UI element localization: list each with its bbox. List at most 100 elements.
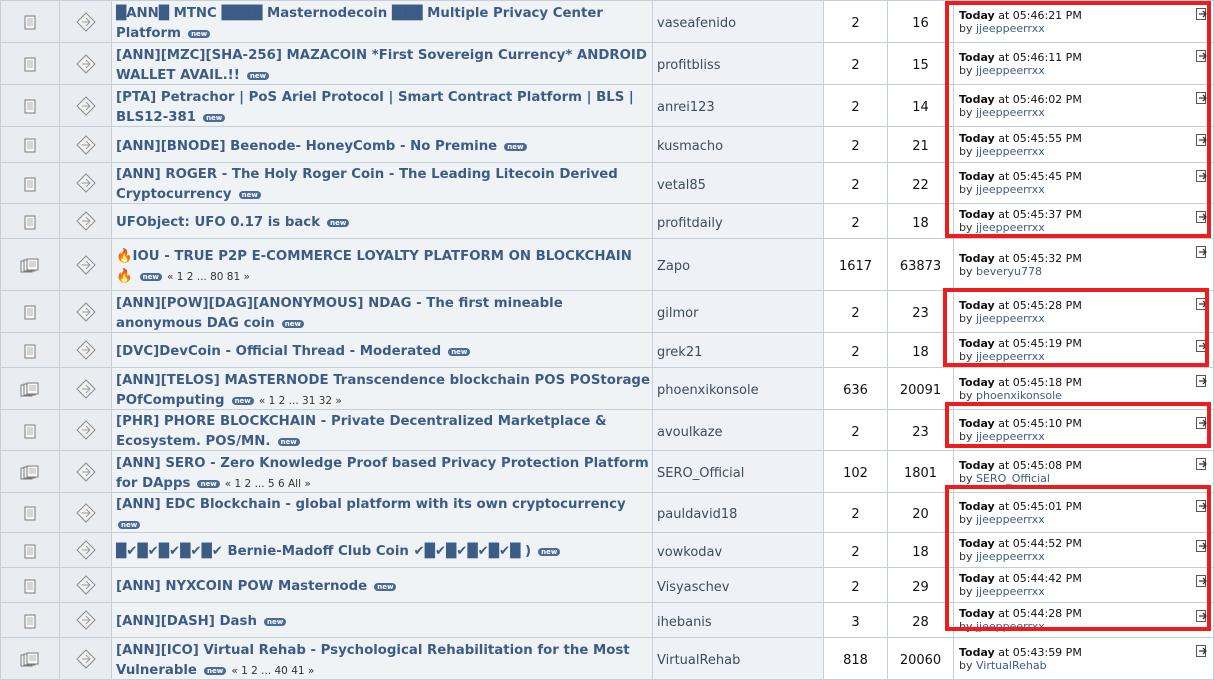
topic-link[interactable]: [ANN] NYXCOIN POW Masternode [116,579,367,594]
new-badge[interactable]: new [188,29,211,38]
last-poster-link[interactable]: jjeeppeerrxx [976,513,1045,526]
topic-starter[interactable]: gilmor [657,306,698,321]
table-row: UFObject: UFO 0.17 is back new profitdail… [0,203,1214,239]
replies-cell: 2 [823,332,888,368]
go-to-last-post-icon[interactable] [1196,89,1208,104]
topic-starter[interactable]: profitbliss [657,58,721,73]
last-post-cell: Today at 05:44:28 PM by jjeeppeerrxx [953,602,1214,638]
topic-link[interactable]: UFObject: UFO 0.17 is back [116,215,320,230]
topic-starter[interactable]: pauldavid18 [657,507,737,522]
last-poster-link[interactable]: jjeeppeerrxx [976,145,1045,158]
last-poster-link[interactable]: SERO_Official [976,472,1050,485]
new-badge[interactable]: new [204,666,227,675]
last-poster-link[interactable]: jjeeppeerrxx [976,106,1045,119]
topic-link[interactable]: [ANN][BNODE] Beenode- HoneyComb - No Pre… [116,139,497,154]
topic-starter[interactable]: avoulkaze [657,425,723,440]
topic-link[interactable]: [ANN][TELOS] MASTERNODE Transcendence bl… [116,373,650,408]
replies-cell: 2 [823,42,888,85]
topic-starter[interactable]: Visyaschev [657,580,730,595]
go-to-last-post-icon[interactable] [1196,337,1208,352]
page-links[interactable]: « 1 2 ... 31 32 » [259,395,342,407]
topic-link[interactable]: [ANN] EDC Blockchain - global platform w… [116,497,626,512]
go-to-last-post-icon[interactable] [1196,372,1208,387]
go-to-last-post-icon[interactable] [1196,208,1208,223]
post-icon-cell [59,602,112,638]
new-badge[interactable]: new [374,583,397,591]
last-poster-link[interactable]: jjeeppeerrxx [976,22,1045,35]
new-badge[interactable]: new [538,548,561,556]
last-poster-link[interactable]: jjeeppeerrxx [976,585,1045,598]
last-post-cell: Today at 05:45:45 PM by jjeeppeerrxx [953,162,1214,204]
new-badge[interactable]: new [238,191,261,199]
topic-starter[interactable]: kusmacho [657,139,723,154]
topic-starter[interactable]: ihebanis [657,615,712,630]
last-poster-link[interactable]: jjeeppeerrxx [976,312,1045,325]
topic-starter[interactable]: profitdaily [657,216,723,231]
topic-icon [23,576,37,595]
go-to-last-post-icon[interactable] [1196,497,1208,512]
new-badge[interactable]: new [246,71,270,80]
topic-starter[interactable]: VirtualRehab [657,653,740,668]
new-badge[interactable]: new [327,219,350,227]
go-to-last-post-icon[interactable] [1196,131,1208,146]
go-to-last-post-icon[interactable] [1196,414,1208,429]
page-links[interactable]: « 1 2 ... 5 6 All » [225,478,311,490]
page-links[interactable]: « 1 2 ... 80 81 » [167,271,250,283]
topic-link[interactable]: [PTA] Petrachor | PoS Ariel Protocol | S… [116,90,634,125]
last-post-author: by jjeeppeerrxx [959,585,1213,598]
new-badge[interactable]: new [197,479,220,488]
last-poster-link[interactable]: jjeeppeerrxx [976,620,1045,633]
go-to-last-post-icon[interactable] [1196,642,1208,657]
go-to-last-post-icon[interactable] [1196,572,1208,587]
new-badge[interactable]: new [139,272,162,281]
topic-link[interactable]: [PHR] PHORE BLOCKCHAIN - Private Decentr… [116,414,607,449]
topic-starter[interactable]: anrei123 [657,100,715,115]
go-to-last-post-icon[interactable] [1196,47,1208,62]
go-to-last-post-icon[interactable] [1196,167,1208,182]
topic-starter[interactable]: vaseafenido [657,16,736,31]
new-badge[interactable]: new [448,348,471,356]
topic-link[interactable]: █✔█✔█✔█✔█✔ Bernie-Madoff Club Coin ✔█✔█✔… [116,544,531,559]
go-to-last-post-icon[interactable] [1196,295,1208,310]
topic-link[interactable]: [DVC]DevCoin - Official Thread - Moderat… [116,344,441,359]
topic-starter[interactable]: vetal85 [657,178,706,193]
topic-starter[interactable]: Zapo [657,259,690,274]
last-poster-link[interactable]: jjeeppeerrxx [976,350,1045,363]
topic-link[interactable]: [ANN][DASH] Dash [116,614,257,629]
topic-starter[interactable]: phoenxikonsole [657,383,759,398]
reply-count: 2 [851,579,860,595]
new-badge[interactable]: new [504,142,527,151]
last-poster-link[interactable]: jjeeppeerrxx [976,550,1045,563]
page-links[interactable]: « 1 2 ... 40 41 » [231,665,314,677]
last-poster-link[interactable]: jjeeppeerrxx [976,64,1045,77]
go-to-last-post-icon[interactable] [1196,455,1208,470]
last-poster-link[interactable]: jjeeppeerrxx [976,430,1045,443]
new-badge[interactable]: new [118,521,141,529]
topic-link[interactable]: [ANN] ROGER - The Holy Roger Coin - The … [116,167,618,202]
new-badge[interactable]: new [277,438,300,446]
last-post-cell: Today at 05:46:21 PM by jjeeppeerrxx [953,0,1214,43]
new-badge[interactable]: new [203,113,226,122]
topic-starter[interactable]: vowkodav [657,545,722,560]
last-poster-link[interactable]: beveryu778 [976,265,1042,278]
topic-starter[interactable]: grek21 [657,345,702,360]
new-badge[interactable]: new [231,396,254,405]
go-to-last-post-icon[interactable] [1196,607,1208,622]
go-to-last-post-icon[interactable] [1196,537,1208,552]
topic-link[interactable]: [ANN] SERO - Zero Knowledge Proof based … [116,456,649,491]
go-to-last-post-icon[interactable] [1196,5,1208,20]
topic-link[interactable]: [ANN][ICO] Virtual Rehab - Psychological… [116,643,630,678]
go-to-last-post-icon[interactable] [1196,243,1208,258]
new-badge[interactable]: new [281,319,304,328]
topic-link[interactable]: [ANN][POW][DAG][ANONYMOUS] NDAG - The fi… [116,296,563,331]
last-poster-link[interactable]: jjeeppeerrxx [976,183,1045,196]
view-count: 18 [912,215,929,231]
last-poster-link[interactable]: jjeeppeerrxx [976,221,1045,234]
topic-link[interactable]: [ANN][MZC][SHA-256] MAZACOIN *First Sove… [116,48,647,83]
topic-starter[interactable]: SERO_Official [657,466,744,481]
last-post-clock: at 05:43:59 PM [994,645,1082,659]
new-badge[interactable]: new [264,618,287,626]
starter-cell: Visyaschev [652,567,824,603]
last-poster-link[interactable]: phoenxikonsole [976,389,1062,402]
post-icon-cell [59,409,112,451]
